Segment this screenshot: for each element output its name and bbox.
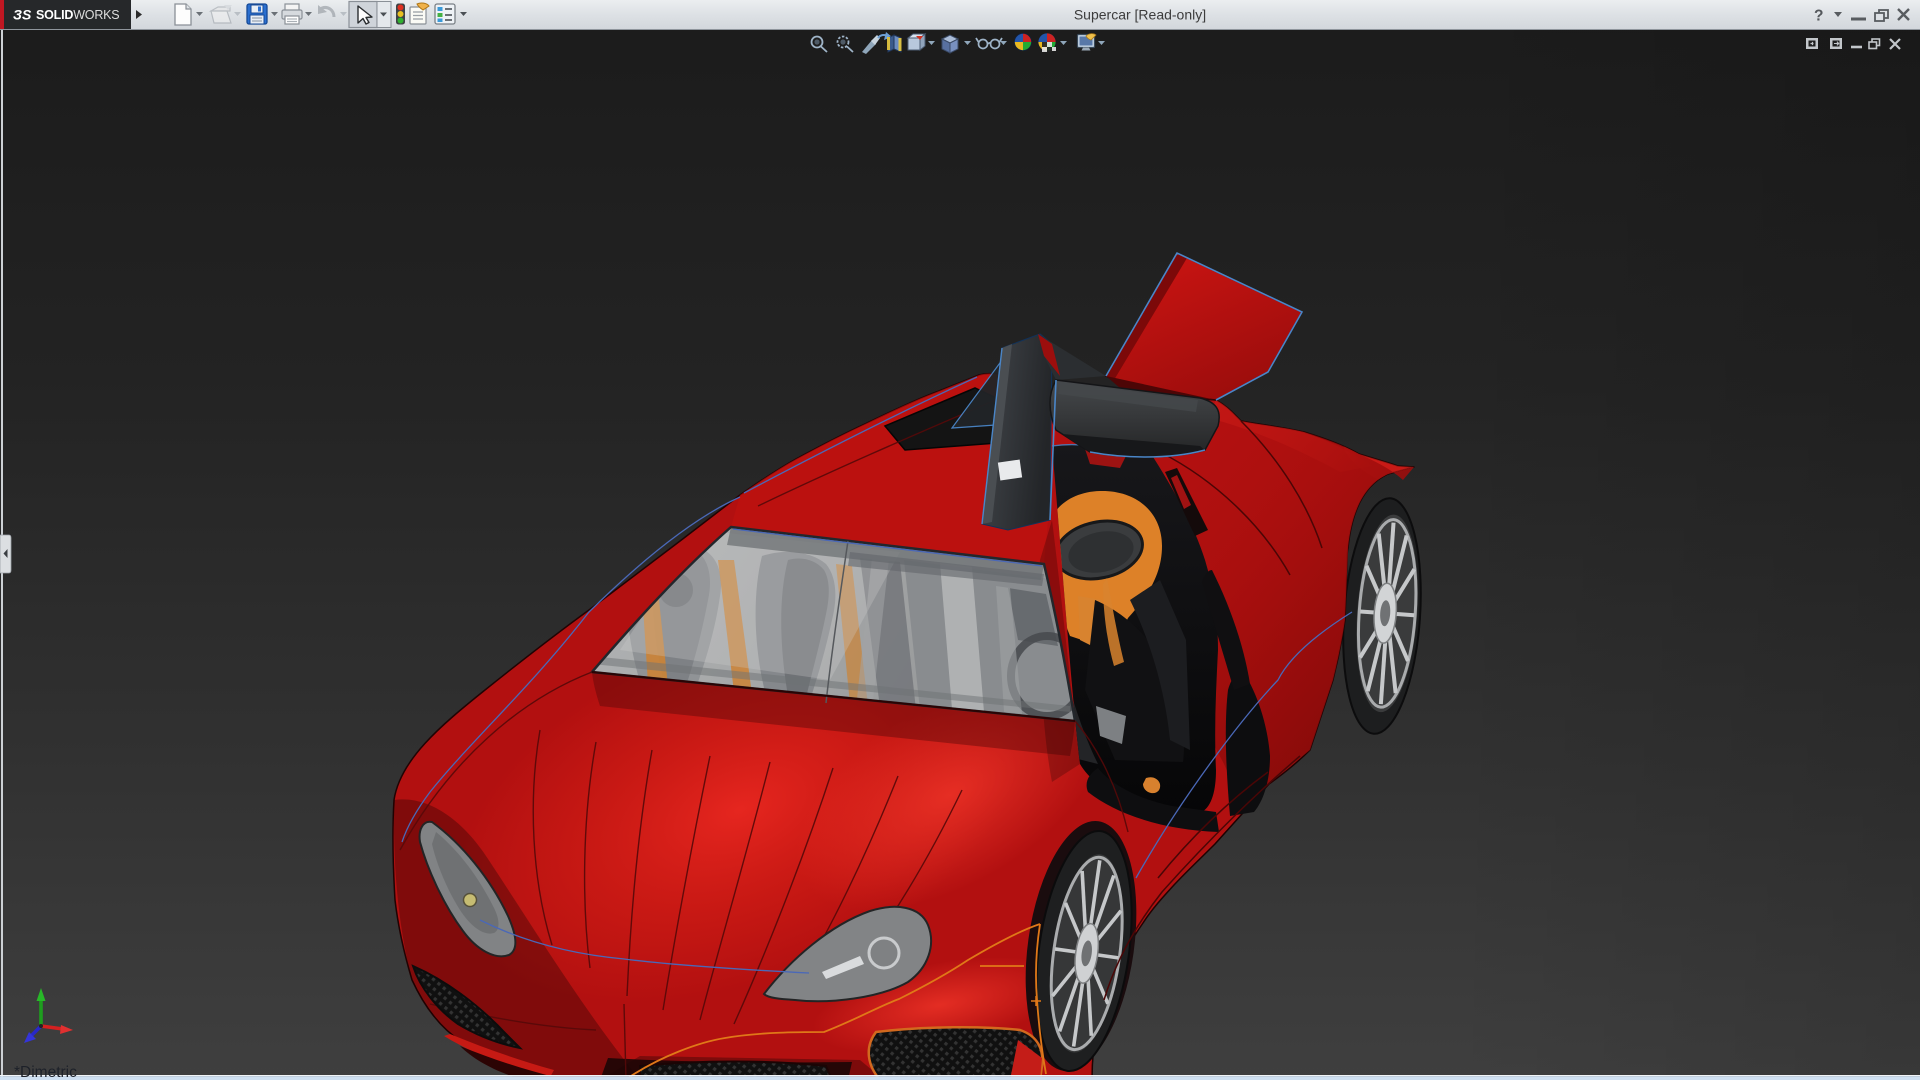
svg-text:?: ? bbox=[1814, 8, 1823, 25]
svg-text:ЗS: ЗS bbox=[13, 7, 32, 23]
svg-text:SOLIDWORKS: SOLIDWORKS bbox=[36, 8, 119, 22]
svg-text:*Dimetric: *Dimetric bbox=[14, 1064, 77, 1080]
svg-text:Supercar [Read-only]: Supercar [Read-only] bbox=[1074, 7, 1206, 23]
